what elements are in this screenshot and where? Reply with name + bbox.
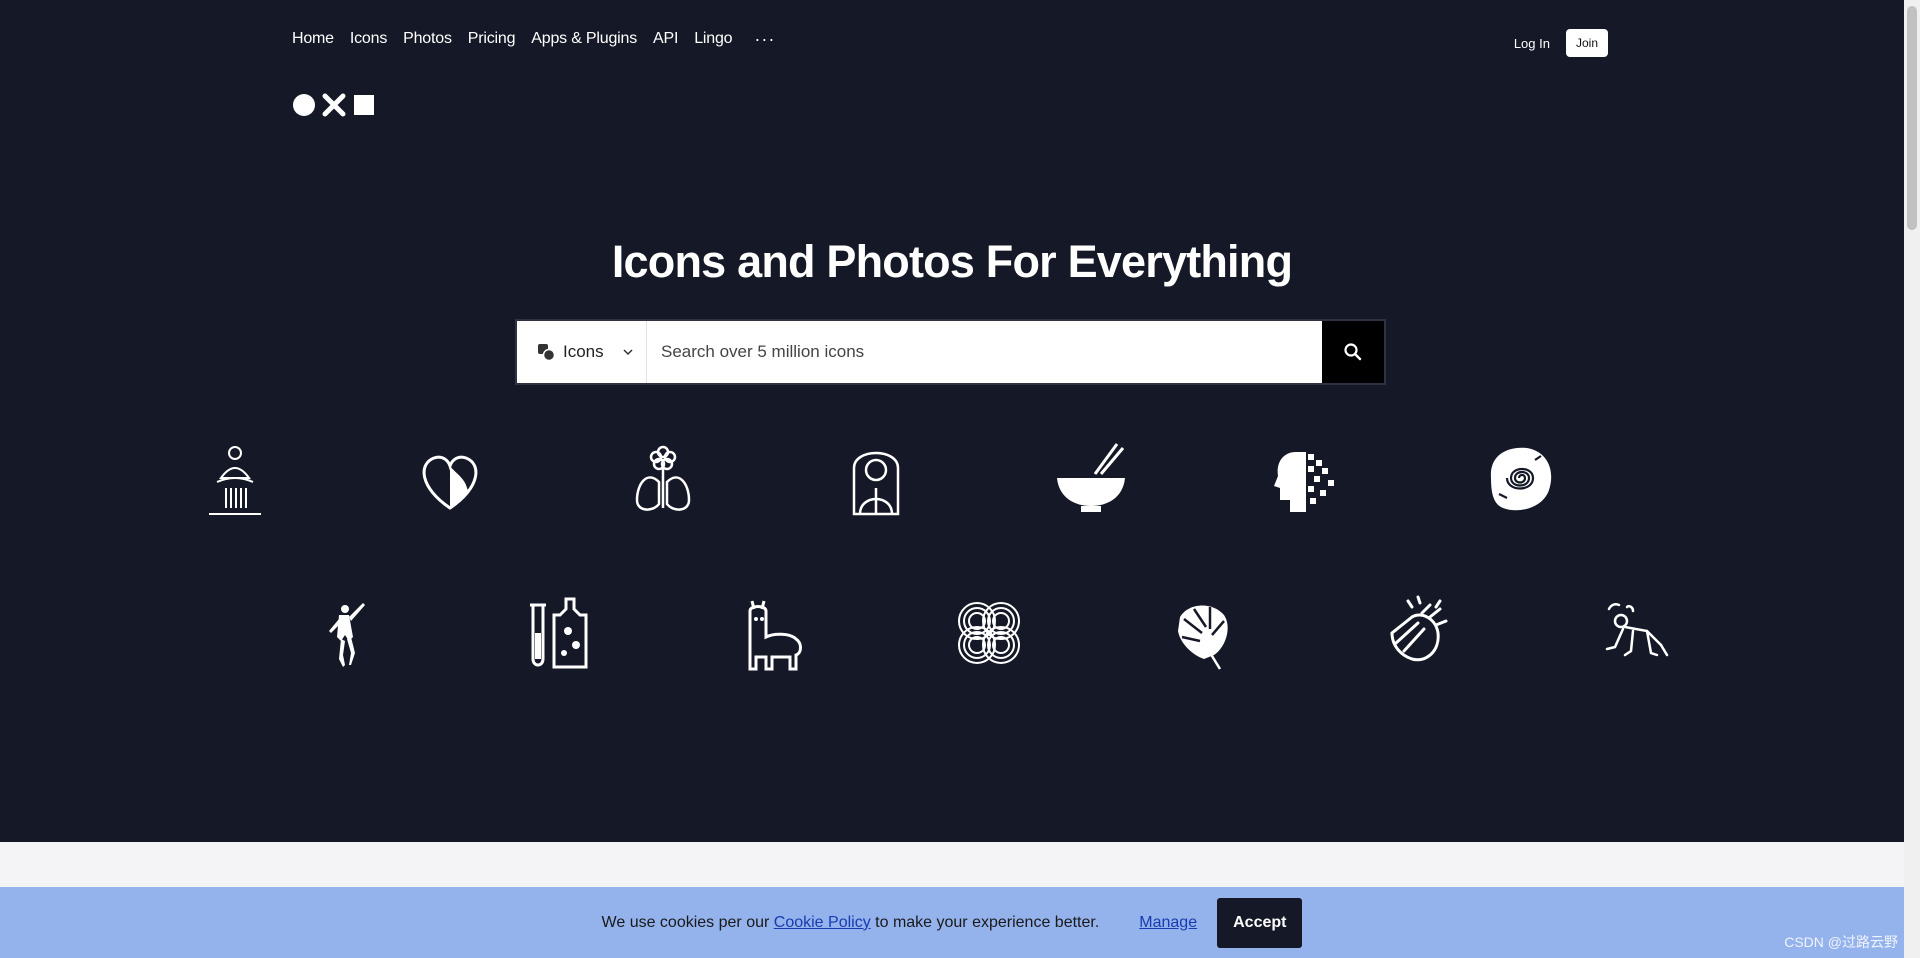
nav-pricing[interactable]: Pricing xyxy=(468,30,516,48)
logo-square-icon xyxy=(354,95,374,115)
search-button[interactable] xyxy=(1322,321,1384,383)
nav-api[interactable]: API xyxy=(653,30,678,48)
meditating-buddha-icon[interactable] xyxy=(195,438,275,518)
cookie-text-after: to make your experience better. xyxy=(870,913,1100,931)
search-type-label: Icons xyxy=(563,342,604,361)
search-bar: Icons xyxy=(515,319,1386,385)
scrollbar-thumb[interactable] xyxy=(1907,6,1917,230)
nav-apps-plugins[interactable]: Apps & Plugins xyxy=(531,30,637,48)
login-link[interactable]: Log In xyxy=(1514,36,1550,51)
chevron-down-icon xyxy=(623,349,633,356)
nav-photos[interactable]: Photos xyxy=(403,30,452,48)
search-input[interactable] xyxy=(647,321,1322,383)
flower-lungs-icon[interactable] xyxy=(623,438,703,518)
more-menu-icon[interactable]: ··· xyxy=(754,30,775,48)
nav-home[interactable]: Home xyxy=(292,30,334,48)
page-content-area xyxy=(0,842,1904,886)
accept-cookies-button[interactable]: Accept xyxy=(1217,897,1303,948)
page-title: Icons and Photos For Everything xyxy=(611,236,1293,287)
logo[interactable] xyxy=(292,93,376,117)
interlocking-circles-icon[interactable] xyxy=(949,593,1029,673)
logo-x-icon xyxy=(322,93,346,117)
manage-cookies-link[interactable]: Manage xyxy=(1139,914,1197,932)
search-icon xyxy=(1344,343,1362,361)
logo-circle-icon xyxy=(293,94,315,116)
cookie-banner: We use cookies per our Cookie Policy to … xyxy=(0,887,1904,958)
pixel-head-icon[interactable] xyxy=(1266,438,1346,518)
icons-type-icon xyxy=(538,344,555,361)
nav-icons[interactable]: Icons xyxy=(350,30,387,48)
top-nav: Home Icons Photos Pricing Apps & Plugins… xyxy=(292,30,775,48)
heart-face-icon[interactable] xyxy=(410,438,490,518)
auth-area: Log In Join xyxy=(1514,29,1608,57)
clapping-hands-icon[interactable] xyxy=(1378,593,1458,673)
watermark: CSDN @过路云野 xyxy=(1784,934,1898,950)
join-button[interactable]: Join xyxy=(1565,29,1608,57)
dancer-icon[interactable] xyxy=(305,593,385,673)
test-tube-bottle-icon[interactable] xyxy=(520,593,600,673)
nav-lingo[interactable]: Lingo xyxy=(694,30,732,48)
scrollbar[interactable] xyxy=(1904,0,1920,958)
monstera-leaf-icon[interactable] xyxy=(1164,593,1244,673)
cookie-text-before: We use cookies per our xyxy=(601,913,774,931)
woman-portrait-icon[interactable] xyxy=(836,438,916,518)
cookie-message: We use cookies per our Cookie Policy to … xyxy=(602,914,1100,932)
push-up-person-icon[interactable] xyxy=(1593,593,1673,673)
cookie-policy-link[interactable]: Cookie Policy xyxy=(774,914,871,931)
bowl-chopsticks-icon[interactable] xyxy=(1051,438,1131,518)
ammonite-fossil-icon[interactable] xyxy=(1479,438,1559,518)
llama-icon[interactable] xyxy=(734,593,814,673)
search-type-select[interactable]: Icons xyxy=(517,321,647,383)
hero-section: Home Icons Photos Pricing Apps & Plugins… xyxy=(0,0,1904,842)
